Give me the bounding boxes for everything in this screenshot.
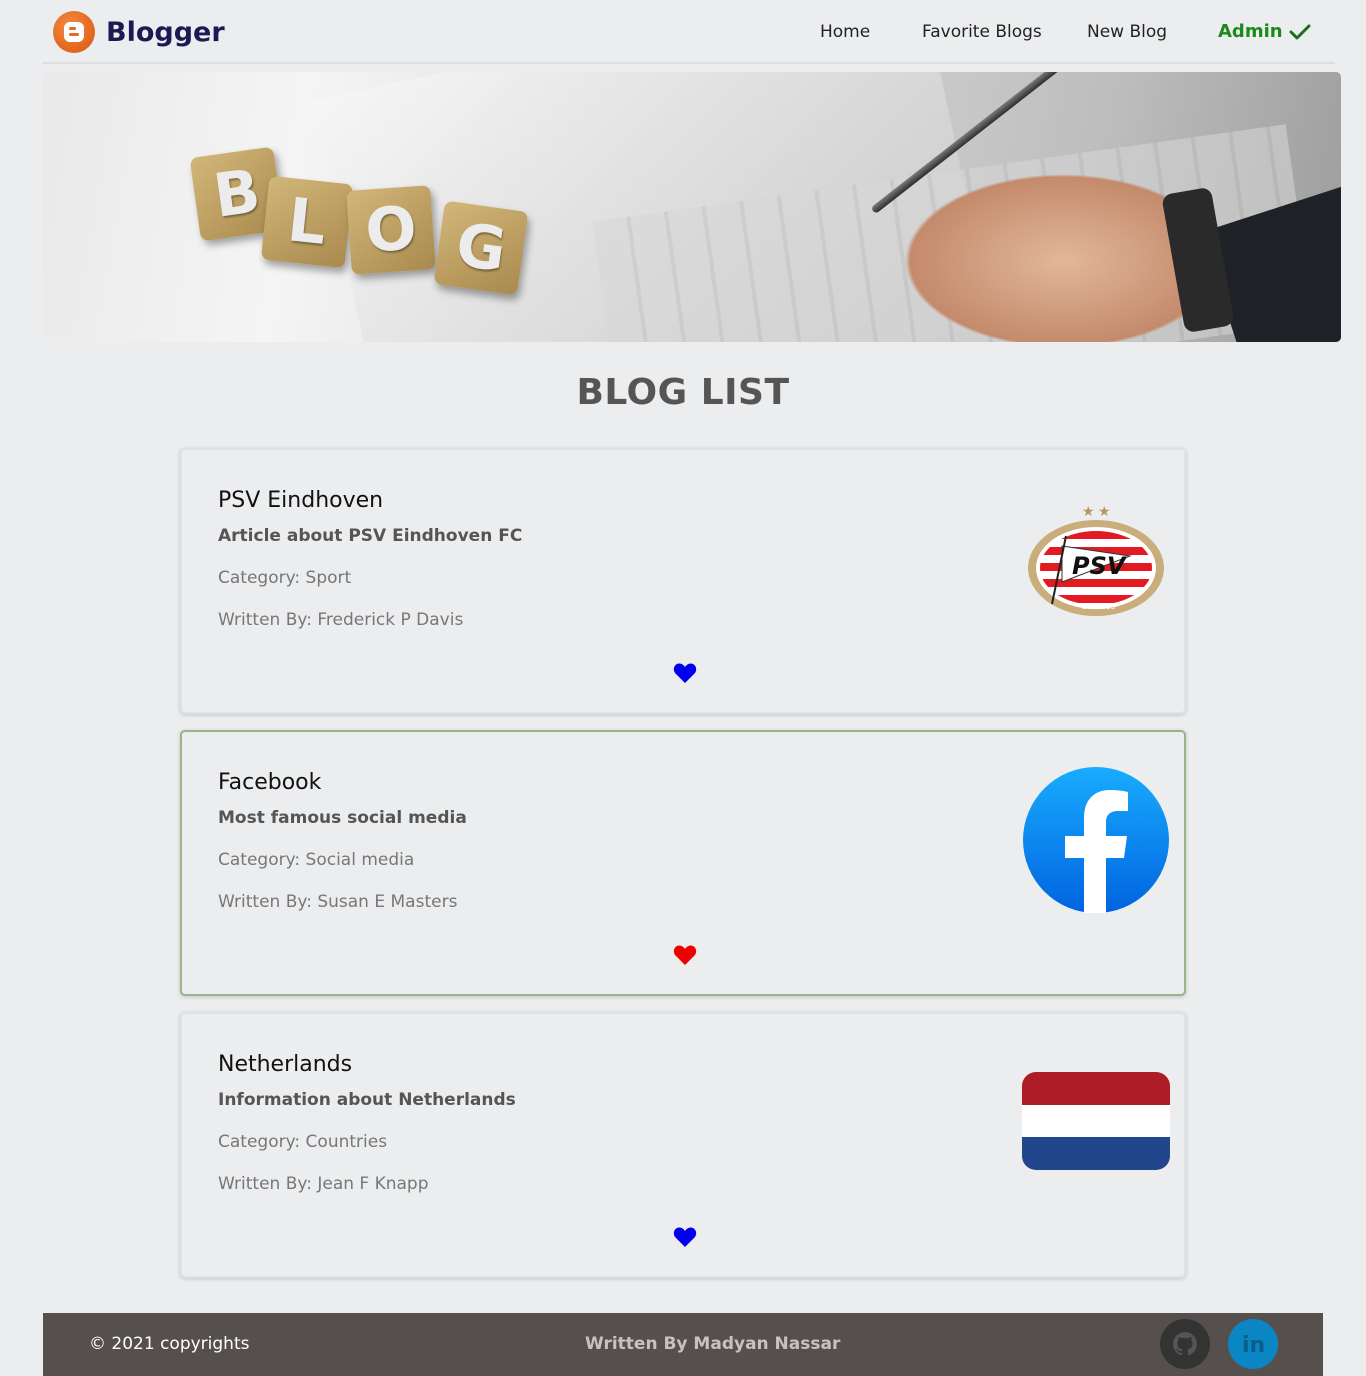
footer-author: Written By Madyan Nassar — [585, 1334, 841, 1354]
page-title: BLOG LIST — [576, 372, 790, 413]
blog-description: Article about PSV Eindhoven FC — [218, 526, 523, 546]
hero-tile-o: O — [346, 185, 436, 275]
nav-home[interactable]: Home — [820, 22, 870, 42]
linkedin-icon[interactable]: in — [1228, 1319, 1278, 1369]
heart-icon[interactable] — [673, 662, 697, 684]
blog-card[interactable]: Facebook Most famous social media Catego… — [180, 730, 1186, 996]
footer: © 2021 copyrights Written By Madyan Nass… — [43, 1313, 1323, 1376]
nav-admin[interactable]: Admin — [1218, 21, 1311, 42]
blog-author: Written By: Jean F Knapp — [218, 1174, 429, 1194]
check-icon — [1289, 24, 1311, 39]
psv-logo-est: EST 1913 — [1082, 603, 1115, 611]
blog-title: Netherlands — [218, 1052, 353, 1077]
blog-category: Category: Countries — [218, 1132, 388, 1152]
blog-author: Written By: Susan E Masters — [218, 892, 458, 912]
navbar: Blogger Home Favorite Blogs New Blog Adm… — [43, 0, 1335, 64]
blog-category: Category: Social media — [218, 850, 415, 870]
hero-tile-g: G — [433, 200, 529, 296]
svg-text:★: ★ — [1098, 503, 1111, 519]
footer-copyright: © 2021 copyrights — [89, 1334, 250, 1354]
blog-title: PSV Eindhoven — [218, 488, 384, 513]
hero-banner: B L O G — [43, 72, 1341, 342]
brand-name: Blogger — [106, 16, 225, 48]
svg-text:★: ★ — [1082, 503, 1095, 519]
linkedin-icon-text: in — [1242, 1333, 1265, 1357]
heart-icon[interactable] — [673, 1226, 697, 1248]
blog-description: Information about Netherlands — [218, 1090, 516, 1110]
psv-logo-icon: ★ ★ PSV EST 1913 — [1028, 503, 1164, 616]
nav-favorite-blogs[interactable]: Favorite Blogs — [922, 22, 1042, 42]
netherlands-flag-icon — [1022, 1072, 1170, 1170]
heart-icon[interactable] — [673, 944, 697, 966]
hero-tile-l: L — [260, 175, 354, 269]
psv-logo-text: PSV — [1072, 552, 1128, 580]
blog-card[interactable]: Netherlands Information about Netherland… — [180, 1012, 1186, 1278]
github-icon[interactable] — [1160, 1319, 1210, 1369]
blog-author: Written By: Frederick P Davis — [218, 610, 464, 630]
writing-hand-image — [883, 162, 1183, 342]
brand[interactable]: Blogger — [53, 11, 225, 53]
facebook-logo-icon — [1023, 767, 1169, 913]
nav-new-blog[interactable]: New Blog — [1087, 22, 1167, 42]
blog-title: Facebook — [218, 770, 322, 795]
blog-description: Most famous social media — [218, 808, 467, 828]
blogger-logo-icon — [53, 11, 95, 53]
admin-label: Admin — [1218, 21, 1283, 42]
blog-category: Category: Sport — [218, 568, 352, 588]
blog-card[interactable]: PSV Eindhoven Article about PSV Eindhove… — [180, 448, 1186, 714]
